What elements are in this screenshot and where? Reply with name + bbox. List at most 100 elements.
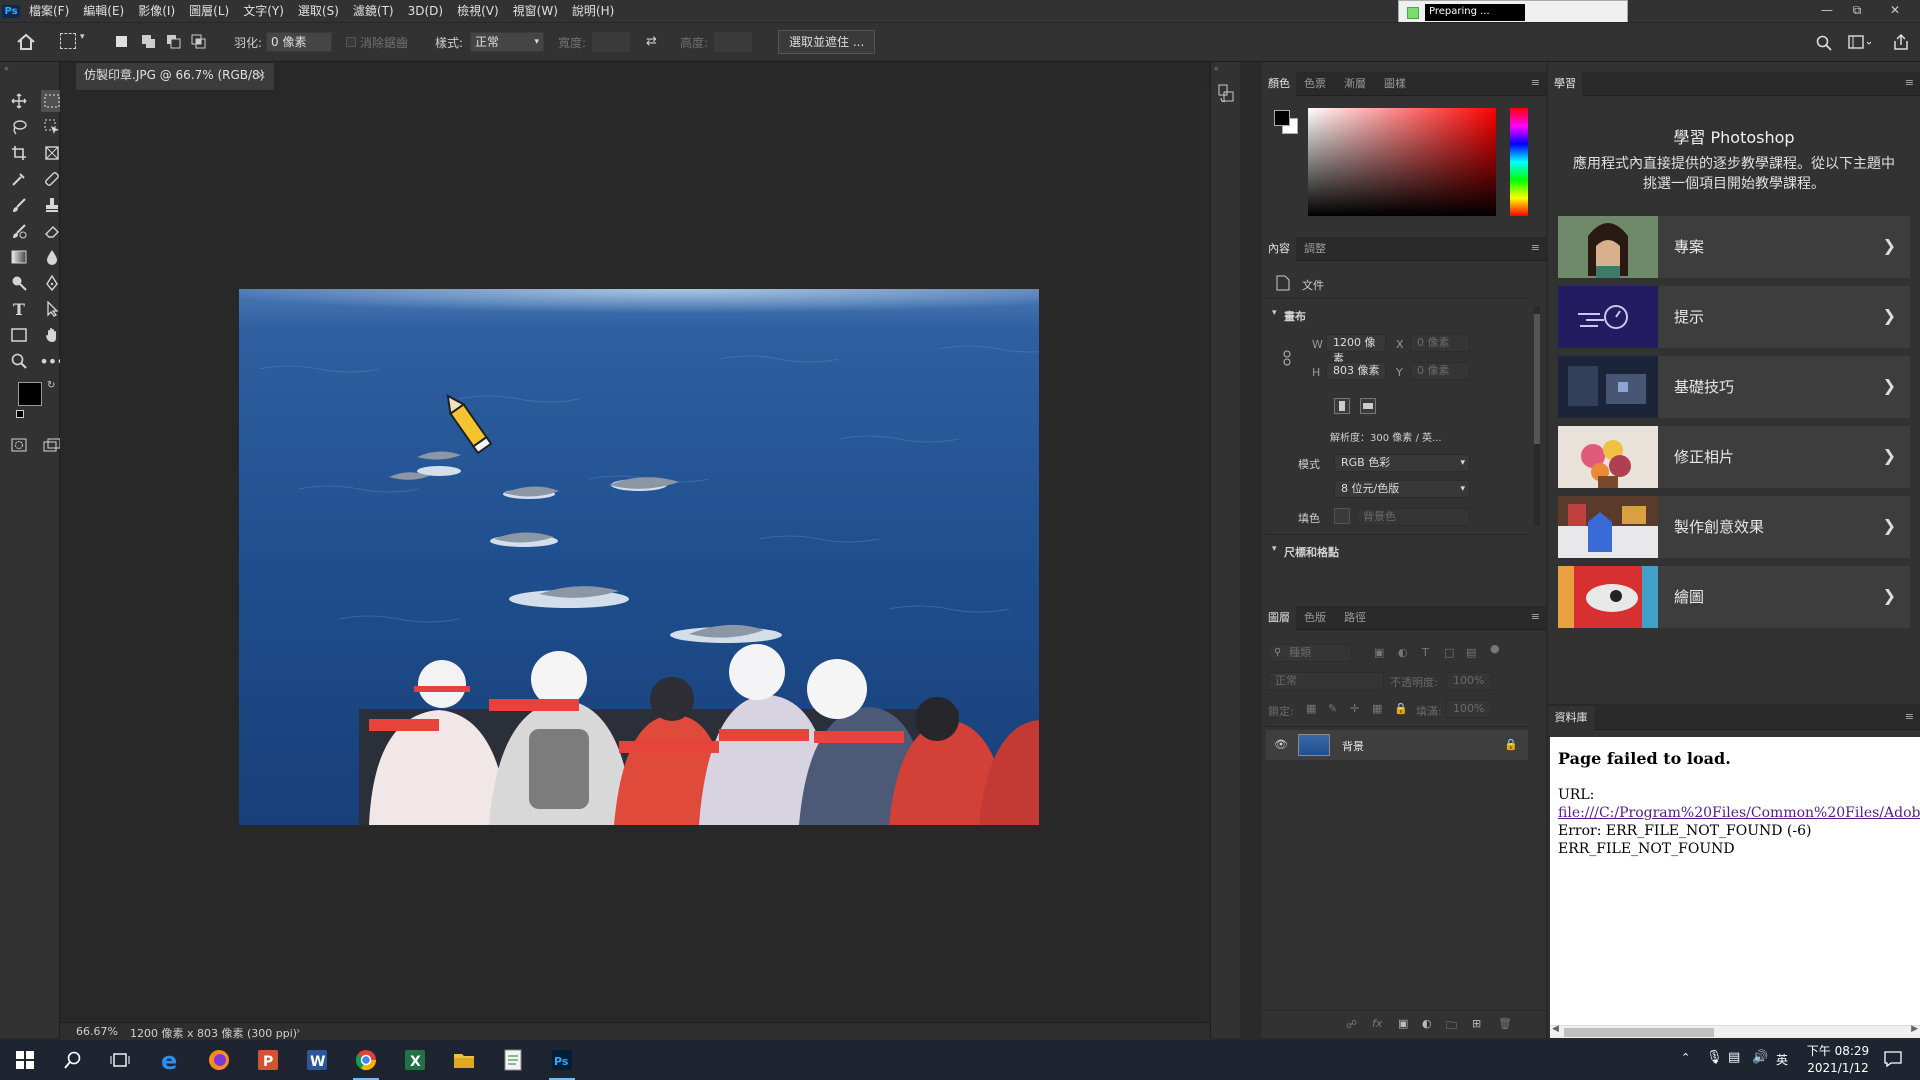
- learn-card-tips[interactable]: 提示 ❯: [1558, 286, 1910, 348]
- menu-filter[interactable]: 濾鏡(T): [346, 0, 401, 22]
- show-hidden-icons-icon[interactable]: ⌃: [1681, 1051, 1690, 1064]
- add-selection-icon[interactable]: [141, 34, 157, 50]
- type-tool-icon[interactable]: T: [8, 298, 30, 320]
- bit-depth-select[interactable]: 8 位元/色版 ▾: [1334, 480, 1470, 498]
- error-url-link[interactable]: file:///C:/Program%20Files/Common%20File…: [1558, 804, 1920, 822]
- new-selection-icon[interactable]: [116, 36, 127, 47]
- volume-icon[interactable]: 🔊: [1752, 1050, 1768, 1065]
- webview-horizontal-scrollbar[interactable]: ◀ ▶: [1550, 1024, 1920, 1038]
- share-icon[interactable]: [1892, 33, 1910, 51]
- canvas-width-input[interactable]: 1200 像素: [1326, 334, 1386, 365]
- layers-panel-menu-icon[interactable]: ≡: [1531, 610, 1540, 623]
- learn-card-creative-effects[interactable]: 製作創意效果 ❯: [1558, 496, 1910, 558]
- lasso-tool-icon[interactable]: [8, 116, 30, 138]
- tab-learn[interactable]: 學習: [1548, 72, 1582, 96]
- eyedropper-tool-icon[interactable]: [8, 168, 30, 190]
- filter-adjustment-icon[interactable]: ◐: [1398, 646, 1408, 659]
- delete-layer-icon[interactable]: 🗑: [1498, 1017, 1512, 1030]
- home-icon[interactable]: [16, 33, 36, 51]
- lock-image-icon[interactable]: ✎: [1328, 702, 1337, 715]
- history-panel-icon[interactable]: [1218, 84, 1234, 102]
- gradient-tool-icon[interactable]: [8, 246, 30, 268]
- expand-dock-icon[interactable]: «: [1214, 64, 1219, 73]
- menu-layer[interactable]: 圖層(L): [182, 0, 236, 22]
- quick-mask-icon[interactable]: [8, 434, 30, 456]
- new-group-icon[interactable]: 🗀: [1446, 1017, 1457, 1036]
- menu-image[interactable]: 影像(I): [131, 0, 182, 22]
- canvas-x-input[interactable]: 0 像素: [1410, 334, 1470, 352]
- notepad-app-icon[interactable]: [496, 1046, 530, 1074]
- rulers-section-chevron-icon[interactable]: ▾: [1272, 544, 1277, 554]
- lock-position-icon[interactable]: ✛: [1350, 702, 1359, 715]
- learn-panel-menu-icon[interactable]: ≡: [1905, 76, 1914, 89]
- canvas-height-input[interactable]: 803 像素: [1326, 362, 1386, 380]
- edge-browser-icon[interactable]: e: [153, 1046, 187, 1074]
- filter-pixel-icon[interactable]: ▣: [1374, 646, 1384, 659]
- learn-card-painting[interactable]: 繪圖 ❯: [1558, 566, 1910, 628]
- lock-artboard-icon[interactable]: ▦: [1372, 702, 1382, 715]
- width-input[interactable]: [592, 32, 630, 52]
- lock-all-icon[interactable]: 🔒: [1394, 702, 1408, 715]
- restore-button[interactable]: ⧉: [1842, 0, 1872, 22]
- tab-adjustments[interactable]: 調整: [1304, 237, 1326, 261]
- windows-start-icon[interactable]: [8, 1046, 42, 1074]
- canvas-section-title[interactable]: 畫布: [1284, 308, 1306, 324]
- powerpoint-icon[interactable]: P: [251, 1046, 285, 1074]
- document-image[interactable]: [239, 289, 1039, 825]
- close-tab-icon[interactable]: ✕: [257, 63, 266, 88]
- learn-card-projects[interactable]: 專案 ❯: [1558, 216, 1910, 278]
- file-explorer-icon[interactable]: [447, 1046, 481, 1074]
- fill-select[interactable]: 背景色: [1356, 508, 1470, 526]
- filter-smart-object-icon[interactable]: ▤: [1466, 646, 1476, 659]
- clock[interactable]: 下午 08:29 2021/1/12: [1798, 1043, 1878, 1077]
- tab-paths[interactable]: 路徑: [1344, 606, 1366, 630]
- brush-tool-icon[interactable]: [8, 194, 30, 216]
- taskbar-search-icon[interactable]: [56, 1046, 90, 1074]
- tab-libraries[interactable]: 資料庫: [1548, 706, 1594, 730]
- zoom-tool-icon[interactable]: [8, 350, 30, 372]
- chrome-icon[interactable]: [349, 1046, 383, 1080]
- style-select[interactable]: 正常 ▾: [470, 32, 544, 52]
- zoom-level[interactable]: 66.67%: [76, 1025, 118, 1038]
- menu-edit[interactable]: 編輯(E): [76, 0, 131, 22]
- search-icon[interactable]: [1816, 35, 1832, 51]
- word-icon[interactable]: W: [300, 1046, 334, 1074]
- rulers-grids-section-title[interactable]: 尺標和格點: [1284, 544, 1339, 560]
- libraries-panel-menu-icon[interactable]: ≡: [1905, 710, 1914, 723]
- menu-view[interactable]: 檢視(V): [450, 0, 506, 22]
- firefox-icon[interactable]: [202, 1046, 236, 1074]
- workspace-icon[interactable]: [1848, 35, 1872, 51]
- portrait-orientation-icon[interactable]: [1334, 398, 1350, 414]
- history-brush-tool-icon[interactable]: [8, 220, 30, 242]
- document-tab[interactable]: 仿製印章.JPG @ 66.7% (RGB/8) ✕: [76, 63, 274, 90]
- minimize-button[interactable]: —: [1812, 0, 1842, 22]
- microphone-icon[interactable]: 🎙: [1706, 1050, 1723, 1065]
- collapse-toolbar-icon[interactable]: «: [4, 64, 9, 73]
- tab-channels[interactable]: 色版: [1304, 606, 1326, 630]
- default-colors-icon[interactable]: [16, 410, 24, 418]
- color-mode-select[interactable]: RGB 色彩 ▾: [1334, 454, 1470, 472]
- learn-card-fundamental-skills[interactable]: 基礎技巧 ❯: [1558, 356, 1910, 418]
- fill-color-swatch[interactable]: [1334, 508, 1350, 524]
- tab-patterns[interactable]: 圖樣: [1384, 72, 1406, 96]
- foreground-color-swatch[interactable]: [18, 382, 42, 406]
- tab-gradients[interactable]: 漸層: [1344, 72, 1366, 96]
- canvas-section-chevron-icon[interactable]: ▾: [1272, 308, 1277, 318]
- layer-fill-input[interactable]: 100%: [1446, 700, 1492, 718]
- layer-name[interactable]: 背景: [1342, 738, 1364, 754]
- color-panel-foreground-swatch[interactable]: [1274, 110, 1290, 126]
- canvas-y-input[interactable]: 0 像素: [1410, 362, 1470, 380]
- height-input[interactable]: [714, 32, 752, 52]
- intersect-selection-icon[interactable]: [191, 34, 207, 50]
- input-method-indicator[interactable]: 英: [1776, 1051, 1788, 1068]
- crop-tool-icon[interactable]: [8, 142, 30, 164]
- menu-help[interactable]: 說明(H): [565, 0, 621, 22]
- canvas-vertical-scrollbar[interactable]: [1200, 90, 1210, 1024]
- antialias-checkbox[interactable]: [346, 37, 356, 47]
- properties-panel-menu-icon[interactable]: ≡: [1531, 241, 1540, 254]
- layer-row-background[interactable]: 👁 背景 🔒: [1266, 730, 1528, 760]
- notifications-icon[interactable]: [1884, 1051, 1902, 1067]
- marquee-preset-icon[interactable]: [60, 33, 76, 49]
- link-dimensions-icon[interactable]: [1282, 350, 1292, 366]
- move-tool-icon[interactable]: [8, 90, 30, 112]
